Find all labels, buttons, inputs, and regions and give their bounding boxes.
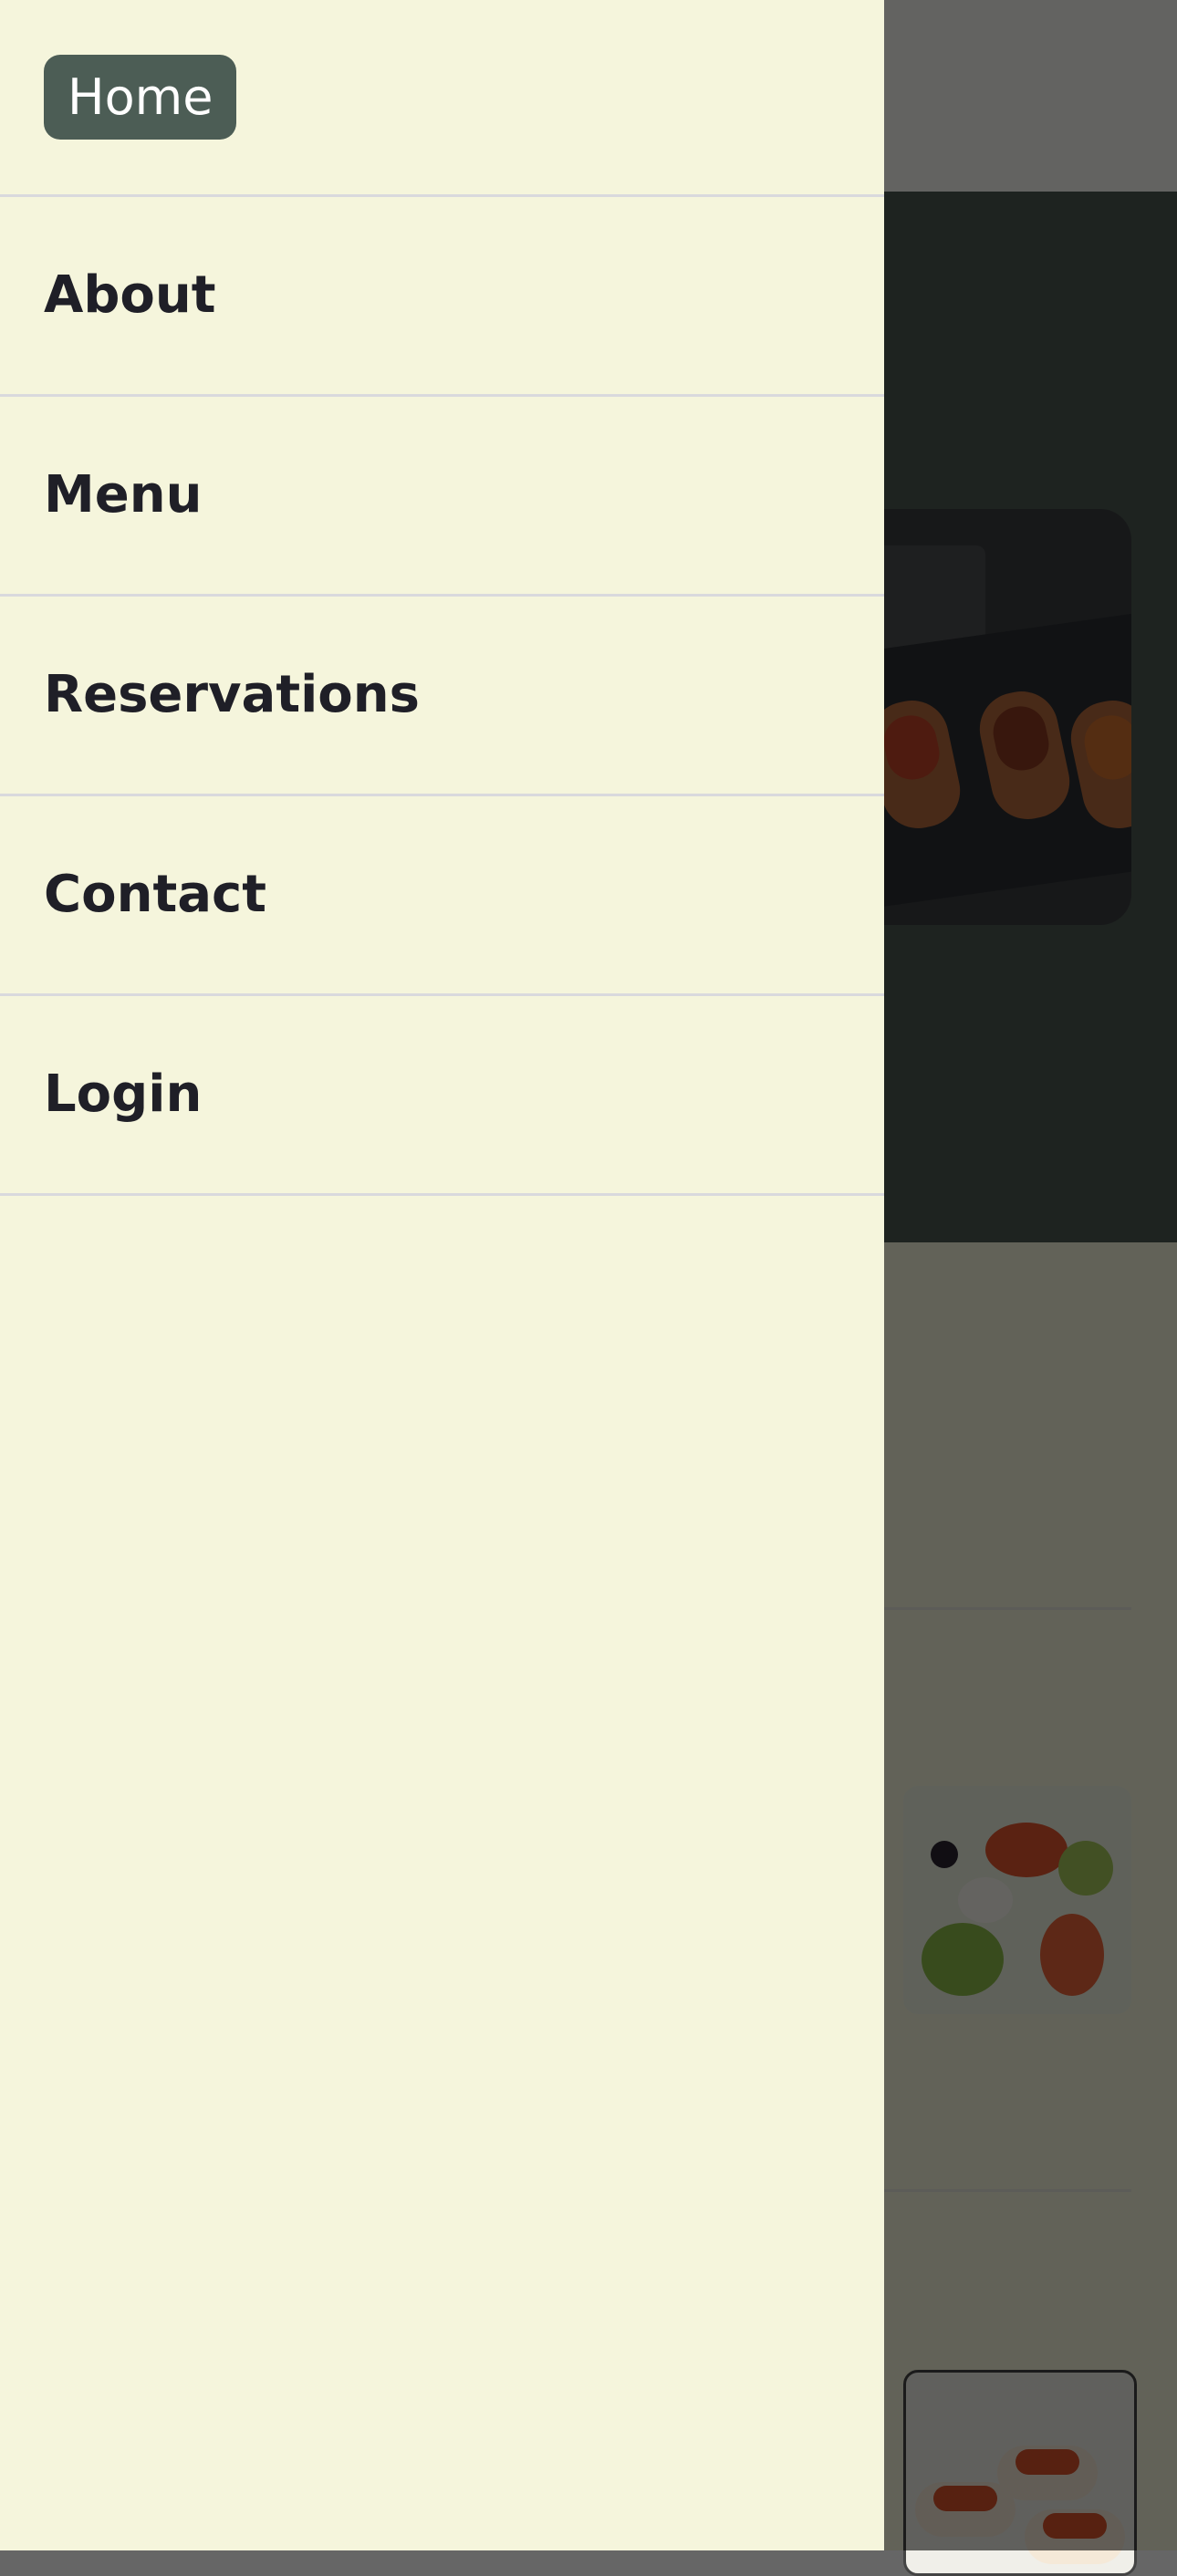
navigation-drawer: Home About Menu Reservations Contact Log… [0,0,884,2550]
nav-item-contact[interactable]: Contact [0,796,884,996]
nav-item-label: Login [44,1065,203,1124]
drawer-header: Home [0,0,884,197]
nav-item-label: Reservations [44,665,420,724]
nav-item-login[interactable]: Login [0,996,884,1196]
nav-item-menu[interactable]: Menu [0,397,884,597]
nav-item-label: About [44,265,216,325]
nav-item-reservations[interactable]: Reservations [0,597,884,796]
nav-item-label: Contact [44,865,266,924]
nav-item-label: Menu [44,465,203,525]
home-button[interactable]: Home [44,55,237,140]
nav-item-about[interactable]: About [0,197,884,397]
